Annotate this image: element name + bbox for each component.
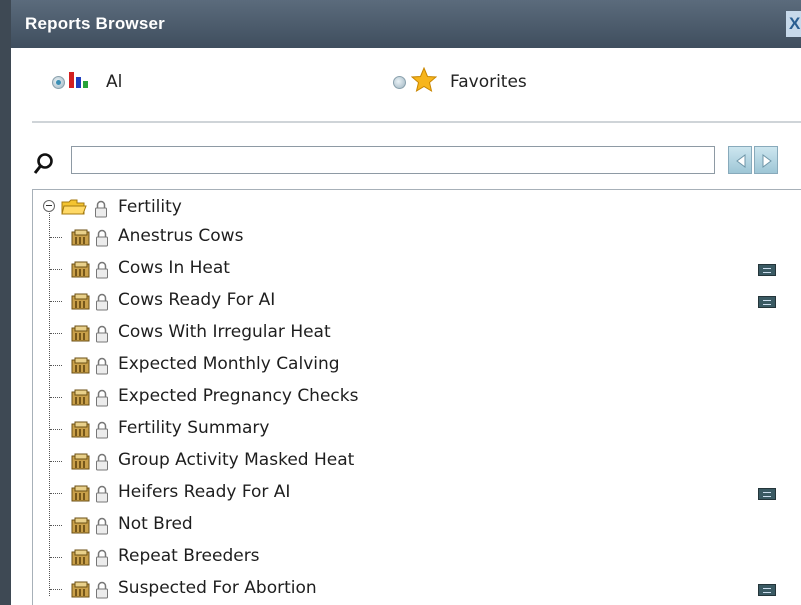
next-button[interactable] (754, 146, 778, 174)
lock-icon (96, 517, 108, 535)
arrow-left-icon (736, 154, 746, 168)
tree-root-fertility[interactable]: Fertility (33, 194, 801, 222)
report-item[interactable]: Cows With Irregular Heat (33, 319, 801, 349)
report-icon (71, 421, 90, 438)
lock-icon (96, 421, 108, 439)
lock-icon (96, 485, 108, 503)
scheduled-report-icon[interactable] (758, 264, 776, 276)
arrow-right-icon (762, 154, 772, 168)
reports-tree: Fertility Anestrus Cows Cows In Heat Cows … (32, 189, 801, 605)
star-icon (411, 67, 437, 93)
report-item-label: Heifers Ready For AI (118, 482, 291, 502)
report-icon (71, 517, 90, 534)
open-folder-icon (61, 199, 87, 215)
lock-icon (96, 581, 108, 599)
report-item-label: Cows With Irregular Heat (118, 322, 331, 342)
search-input[interactable] (71, 146, 715, 174)
report-item[interactable]: Heifers Ready For AI (33, 479, 801, 509)
tree-root-label: Fertility (118, 197, 182, 217)
tree-connector (50, 525, 62, 526)
tree-connector (50, 461, 62, 462)
tree-connector (50, 397, 62, 398)
report-icon (71, 229, 90, 246)
tree-connector (50, 365, 62, 366)
report-item-label: Cows In Heat (118, 258, 230, 278)
report-item-label: Not Bred (118, 514, 193, 534)
search-icon (33, 153, 53, 174)
report-item-label: Expected Pregnancy Checks (118, 386, 359, 406)
tree-connector (50, 237, 62, 238)
title-bar[interactable]: Reports Browser X (11, 0, 801, 48)
report-item[interactable]: Cows In Heat (33, 255, 801, 285)
report-icon (71, 581, 90, 598)
report-icon (71, 261, 90, 278)
filter-options: Al Favorites (11, 48, 801, 118)
report-item[interactable]: Group Activity Masked Heat (33, 447, 801, 477)
tree-connector (50, 333, 62, 334)
report-item-label: Cows Ready For AI (118, 290, 276, 310)
report-item[interactable]: Expected Monthly Calving (33, 351, 801, 381)
report-item[interactable]: Anestrus Cows (33, 223, 801, 253)
scheduled-report-icon[interactable] (758, 584, 776, 596)
lock-icon (95, 200, 107, 218)
lock-icon (96, 357, 108, 375)
tree-connector (50, 589, 62, 590)
tree-connector (50, 557, 62, 558)
favorites-label[interactable]: Favorites (450, 72, 527, 92)
lock-icon (96, 229, 108, 247)
report-item-label: Suspected For Abortion (118, 578, 317, 598)
all-radio[interactable] (52, 76, 65, 89)
lock-icon (96, 453, 108, 471)
divider (32, 121, 801, 123)
reports-browser-window: Reports Browser X Al Favorites Fertility… (0, 0, 801, 605)
report-item[interactable]: Not Bred (33, 511, 801, 541)
lock-icon (96, 549, 108, 567)
bar-chart-icon (69, 72, 88, 88)
report-icon (71, 293, 90, 310)
report-icon (71, 453, 90, 470)
all-label[interactable]: Al (106, 72, 122, 92)
lock-icon (96, 293, 108, 311)
report-item[interactable]: Repeat Breeders (33, 543, 801, 573)
report-icon (71, 357, 90, 374)
content-area: Al Favorites Fertility Anestrus Cows Cow… (11, 48, 801, 605)
report-item-label: Repeat Breeders (118, 546, 260, 566)
tree-connector (50, 493, 62, 494)
report-icon (71, 389, 90, 406)
report-item[interactable]: Fertility Summary (33, 415, 801, 445)
lock-icon (96, 389, 108, 407)
scheduled-report-icon[interactable] (758, 296, 776, 308)
report-item-label: Fertility Summary (118, 418, 270, 438)
close-button[interactable]: X (786, 11, 801, 37)
tree-connector (50, 269, 62, 270)
report-item-label: Group Activity Masked Heat (118, 450, 355, 470)
scheduled-report-icon[interactable] (758, 488, 776, 500)
report-item[interactable]: Suspected For Abortion (33, 575, 801, 605)
report-icon (71, 549, 90, 566)
tree-connector (50, 301, 62, 302)
collapse-toggle-icon[interactable] (43, 200, 55, 212)
report-icon (71, 325, 90, 342)
report-item[interactable]: Expected Pregnancy Checks (33, 383, 801, 413)
window-left-edge (0, 0, 11, 605)
favorites-radio[interactable] (393, 76, 406, 89)
report-icon (71, 485, 90, 502)
report-item-label: Expected Monthly Calving (118, 354, 340, 374)
report-item[interactable]: Cows Ready For AI (33, 287, 801, 317)
lock-icon (96, 261, 108, 279)
lock-icon (96, 325, 108, 343)
tree-connector (50, 429, 62, 430)
report-item-label: Anestrus Cows (118, 226, 244, 246)
window-title: Reports Browser (25, 14, 165, 33)
previous-button[interactable] (728, 146, 752, 174)
